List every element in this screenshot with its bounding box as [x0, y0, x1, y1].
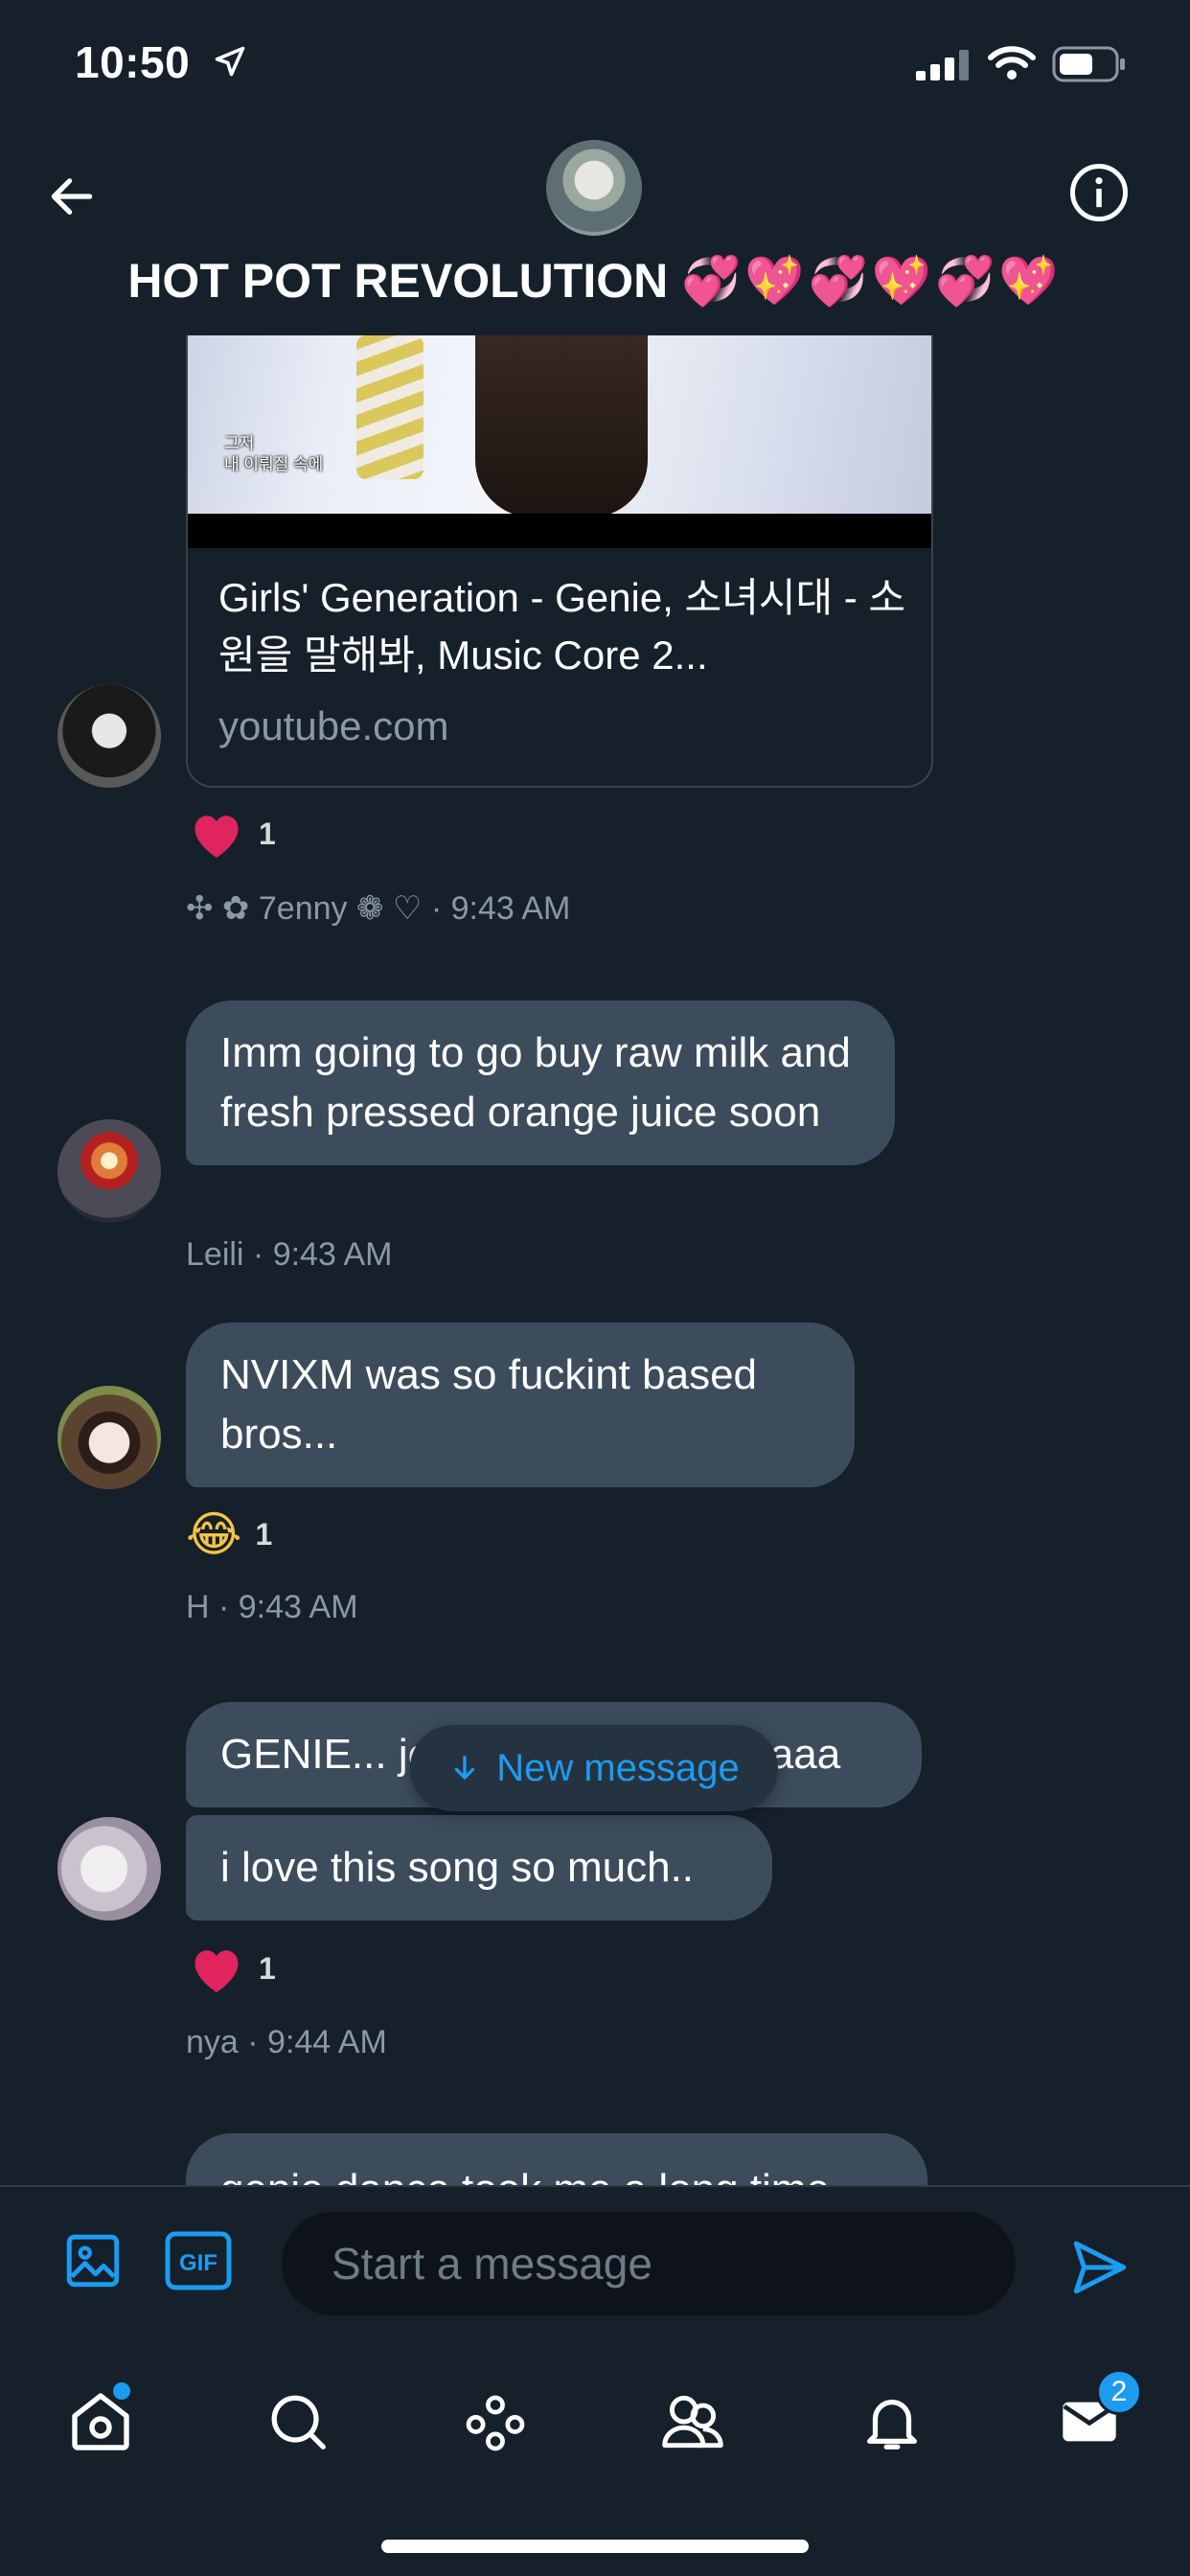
image-icon — [66, 2234, 120, 2288]
battery-icon — [1052, 46, 1127, 87]
status-time: 10:50 — [75, 37, 191, 87]
conversation-info-button[interactable] — [1064, 157, 1134, 228]
message-meta: Leili · 9:43 AM — [186, 1236, 393, 1273]
location-arrow-icon — [213, 44, 247, 83]
search-icon — [271, 2395, 326, 2450]
tab-home[interactable] — [57, 2379, 144, 2465]
message-bubble[interactable]: i love this song so much.. — [186, 1815, 772, 1920]
reaction[interactable]: 1 — [188, 1942, 276, 1995]
new-message-label: New message — [496, 1746, 740, 1789]
send-icon — [1073, 2241, 1127, 2294]
message-text: NVIXM was so fuckint based bros... — [220, 1351, 758, 1458]
back-button[interactable] — [38, 163, 105, 230]
status-bar: 10:50 — [0, 0, 1190, 134]
message-bubble[interactable]: NVIXM was so fuckint based bros... — [186, 1322, 855, 1487]
message-text: i love this song so much.. — [220, 1844, 695, 1891]
message-bubble[interactable]: Imm going to go buy raw milk and fresh p… — [186, 1000, 895, 1165]
link-preview-card[interactable]: 그저 내 이뤄질 속에 Girls' Generation - Genie, 소… — [186, 335, 933, 788]
message-input[interactable] — [282, 2212, 1016, 2315]
reaction[interactable]: 😂 1 — [186, 1506, 272, 1562]
back-arrow-icon — [51, 178, 93, 215]
tab-communities[interactable] — [650, 2379, 736, 2465]
group-title[interactable]: HOT POT REVOLUTION 💞💖💞💖💞💖 — [0, 253, 1190, 310]
tab-notifications[interactable] — [849, 2379, 935, 2465]
group-avatar[interactable] — [546, 140, 642, 236]
reaction-count: 1 — [259, 1950, 276, 1986]
arrow-down-icon — [455, 1755, 475, 1780]
reaction[interactable]: 1 — [188, 807, 276, 861]
message-composer: GIF — [0, 2185, 1190, 2340]
dm-conversation-screen: 10:50 HOT POT REVOLUTION 💞💖💞💖💞💖 그저 내 이뤄질… — [0, 0, 1190, 2576]
avatar[interactable] — [57, 1119, 161, 1223]
tab-messages[interactable]: 2 — [1046, 2369, 1142, 2465]
heart-icon — [195, 1950, 239, 1992]
message-bubble[interactable]: genie dance took me a long time — [186, 2133, 927, 2185]
avatar[interactable] — [57, 1386, 161, 1489]
message-meta: H · 9:43 AM — [186, 1589, 358, 1625]
info-icon — [1070, 164, 1128, 221]
message-list[interactable]: 그저 내 이뤄질 속에 Girls' Generation - Genie, 소… — [0, 335, 1190, 2185]
svg-text:GIF: GIF — [179, 2250, 217, 2276]
home-indicator[interactable] — [381, 2540, 809, 2553]
avatar[interactable] — [57, 1817, 161, 1920]
heart-icon — [195, 816, 239, 858]
messages-badge: 2 — [1096, 2369, 1142, 2415]
send-button[interactable] — [1062, 2229, 1138, 2306]
group-title-text: HOT POT REVOLUTION — [127, 254, 669, 308]
message-meta: ✣ ✿ 7enny ❁ ♡ · 9:43 AM — [186, 890, 571, 927]
conversation-header: HOT POT REVOLUTION 💞💖💞💖💞💖 — [0, 134, 1190, 335]
new-message-button[interactable]: New message — [410, 1725, 778, 1811]
reaction-count: 1 — [259, 816, 276, 851]
link-title: Girls' Generation - Genie, 소녀시대 - 소원을 말해… — [218, 575, 906, 678]
laughing-emoji-icon: 😂 — [186, 1506, 242, 1562]
thumbnail-caption: 그저 내 이뤄질 속에 — [224, 434, 324, 473]
group-title-emojis: 💞💖💞💖💞💖 — [681, 253, 1063, 309]
spaces-icon — [466, 2395, 525, 2451]
cellular-signal-icon — [916, 50, 970, 85]
gif-icon: GIF — [165, 2231, 232, 2290]
home-unread-dot — [113, 2382, 130, 2400]
bell-icon — [867, 2399, 917, 2450]
message-text: Imm going to go buy raw milk and fresh p… — [220, 1029, 851, 1136]
link-thumbnail: 그저 내 이뤄질 속에 — [188, 335, 931, 514]
reaction-count: 1 — [255, 1516, 273, 1552]
communities-icon — [662, 2395, 723, 2449]
gif-button[interactable]: GIF — [165, 2227, 232, 2294]
wifi-icon — [987, 44, 1037, 87]
add-media-button[interactable] — [59, 2227, 126, 2294]
message-meta: nya · 9:44 AM — [186, 2024, 387, 2060]
message-text: genie dance took me a long time — [220, 2166, 830, 2185]
avatar[interactable] — [57, 684, 161, 788]
link-domain: youtube.com — [218, 703, 449, 748]
tab-spaces[interactable] — [452, 2379, 538, 2465]
bottom-tab-bar: 2 — [0, 2338, 1190, 2576]
tab-search[interactable] — [255, 2379, 341, 2465]
